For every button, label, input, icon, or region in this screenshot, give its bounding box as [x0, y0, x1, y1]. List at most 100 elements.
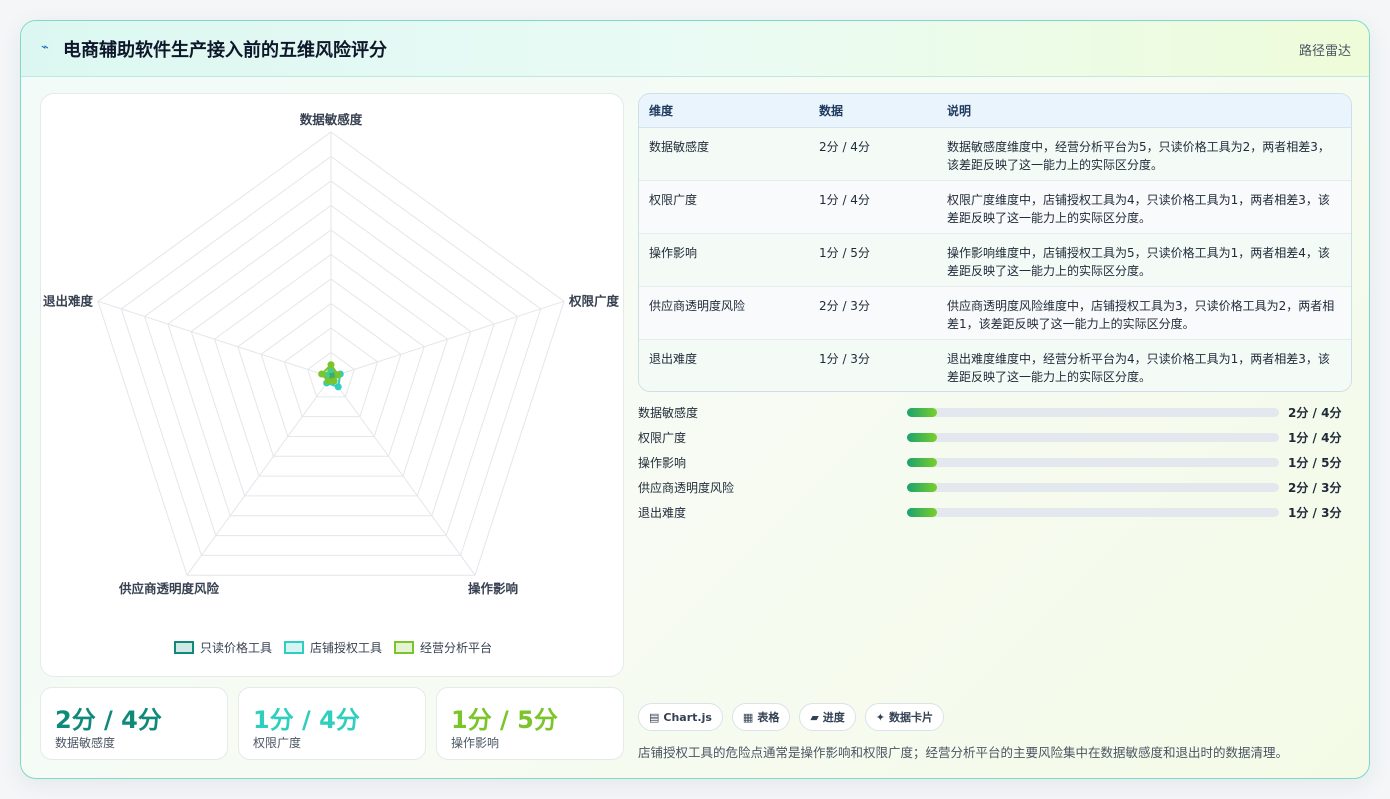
- chip-label: Chart.js: [663, 710, 712, 724]
- table-row: 退出难度 1分 / 3分 退出难度维度中，经营分析平台为4，只读价格工具为1，两…: [639, 339, 1351, 391]
- progress-label: 数据敏感度: [638, 406, 699, 420]
- view-tag: 路径雷达: [1298, 44, 1351, 59]
- progress-fill: [907, 483, 937, 492]
- axis-line: [330, 300, 565, 378]
- stat-card-data-sensitivity: 2分 / 4分 数据敏感度: [40, 687, 228, 760]
- stat-card-permission-scope: 1分 / 4分 权限广度: [238, 687, 426, 760]
- progress-track: [907, 458, 1279, 467]
- cell-description: 权限广度维度中，店铺授权工具为4，只读价格工具为1，两者相差3，该差距反映了这一…: [947, 192, 1330, 225]
- cell-description: 退出难度维度中，经营分析平台为4，只读价格工具为1，两者相差3，该差距反映了这一…: [947, 351, 1330, 384]
- legend-item-series-2[interactable]: 店铺授权工具: [283, 639, 382, 656]
- table-row: 权限广度 1分 / 4分 权限广度维度中，店铺授权工具为4，只读价格工具为1，两…: [639, 180, 1351, 233]
- cell-data: 2分 / 4分: [819, 139, 870, 154]
- page-title: 电商辅助软件生产接入前的五维风险评分: [63, 40, 387, 61]
- chip-chartjs[interactable]: ▤ Chart.js: [638, 703, 723, 731]
- detail-table: 维度 数据 说明 数据敏感度 2分 / 4分 数据敏感度维度中，经营分析平台为5…: [638, 93, 1352, 392]
- legend-label: 只读价格工具: [199, 641, 272, 655]
- progress-track: [907, 483, 1279, 492]
- axis-label: 供应商透明度风险: [118, 581, 220, 596]
- chip-label: 进度: [822, 711, 845, 724]
- cell-data: 1分 / 4分: [819, 192, 870, 207]
- cell-dimension: 供应商透明度风险: [649, 298, 746, 313]
- table-icon: ▦: [742, 710, 754, 724]
- progress-value: 1分 / 5分: [1288, 456, 1342, 470]
- axis-label: 操作影响: [468, 581, 518, 596]
- chip-label: 表格: [757, 711, 780, 724]
- legend-item-series-3[interactable]: 经营分析平台: [394, 639, 492, 656]
- stat-label: 权限广度: [253, 736, 302, 750]
- legend-swatch: [394, 641, 414, 654]
- cell-data: 1分 / 3分: [819, 351, 870, 366]
- header-bar: ⌁ 电商辅助软件生产接入前的五维风险评分 路径雷达: [21, 21, 1369, 77]
- progress-row: 数据敏感度 2分 / 4分: [638, 401, 1352, 426]
- data-point: [327, 361, 335, 369]
- cell-dimension: 退出难度: [649, 351, 698, 366]
- chip-data-card[interactable]: ✦ 数据卡片: [864, 703, 945, 731]
- cell-dimension: 操作影响: [649, 245, 698, 260]
- progress-row: 权限广度 1分 / 4分: [638, 426, 1352, 451]
- progress-row: 操作影响 1分 / 5分: [638, 451, 1352, 476]
- progress-track: [907, 408, 1279, 417]
- legend-label: 经营分析平台: [420, 641, 493, 655]
- axis-line: [97, 300, 332, 378]
- lightning-icon: ⌁: [41, 40, 49, 55]
- stat-value: 2分 / 4分: [55, 706, 162, 734]
- progress-value: 1分 / 3分: [1288, 506, 1342, 520]
- stat-value: 1分 / 5分: [451, 706, 558, 734]
- data-point: [324, 377, 332, 385]
- progress-value: 2分 / 3分: [1288, 481, 1342, 495]
- column-header-data: 数据: [809, 94, 937, 128]
- cell-dimension: 数据敏感度: [649, 139, 710, 154]
- progress-track: [907, 433, 1279, 442]
- table-row: 操作影响 1分 / 5分 操作影响维度中，店铺授权工具为5，只读价格工具为1，两…: [639, 233, 1351, 286]
- data-point: [334, 371, 342, 379]
- axis-label: 数据敏感度: [299, 112, 363, 127]
- progress-label: 供应商透明度风险: [638, 481, 735, 495]
- tool-chip-row: ▤ Chart.js ▦ 表格 ▰ 进度 ✦ 数据卡片: [638, 703, 945, 731]
- progress-list: 数据敏感度 2分 / 4分 权限广度 1分 / 4分 操作影响 1分 / 5分 …: [638, 401, 1352, 526]
- progress-fill: [907, 508, 937, 517]
- legend-label: 店铺授权工具: [309, 641, 382, 655]
- sparkle-icon: ✦: [875, 710, 886, 724]
- progress-fill: [907, 458, 937, 467]
- table-row: 数据敏感度 2分 / 4分 数据敏感度维度中，经营分析平台为5，只读价格工具为2…: [639, 127, 1351, 180]
- column-header-dimension: 维度: [639, 94, 809, 128]
- legend-item-series-1[interactable]: 只读价格工具: [173, 639, 272, 656]
- axis-label: 退出难度: [43, 293, 94, 308]
- summary-note: 店铺授权工具的危险点通常是操作影响和权限广度；经营分析平台的主要风险集中在数据敏…: [638, 745, 1289, 760]
- axis-label: 权限广度: [568, 293, 620, 308]
- progress-label: 退出难度: [638, 506, 687, 520]
- progress-icon: ▰: [810, 710, 819, 724]
- progress-track: [907, 508, 1279, 517]
- table-row: 供应商透明度风险 2分 / 3分 供应商透明度风险维度中，店铺授权工具为3，只读…: [639, 286, 1351, 339]
- radar-chart-panel: 数据敏感度权限广度操作影响 供应商透明度风险 退出难度 只读价格工具 店铺授权工具 …: [40, 93, 624, 677]
- stat-label: 数据敏感度: [55, 736, 116, 750]
- progress-row: 供应商透明度风险 2分 / 3分: [638, 476, 1352, 501]
- legend-swatch: [283, 641, 304, 654]
- cell-description: 数据敏感度维度中，经营分析平台为5，只读价格工具为2，两者相差3，该差距反映了这…: [947, 139, 1330, 172]
- data-point: [334, 383, 342, 391]
- main-card: ⌁ 电商辅助软件生产接入前的五维风险评分 路径雷达 数据敏感度 权限广度 操作影响供…: [20, 20, 1370, 779]
- chip-progress[interactable]: ▰ 进度: [799, 703, 856, 731]
- cell-data: 2分 / 3分: [819, 298, 870, 313]
- progress-row: 退出难度 1分 / 3分: [638, 501, 1352, 526]
- legend-swatch: [173, 641, 194, 654]
- chart-legend: 只读价格工具 店铺授权工具 经营分析平台: [41, 639, 625, 656]
- progress-label: 操作影响: [638, 456, 687, 470]
- cell-data: 1分 / 5分: [819, 245, 870, 260]
- progress-fill: [907, 408, 937, 417]
- progress-value: 2分 / 4分: [1288, 406, 1342, 420]
- table-header-row: 维度 数据 说明: [639, 94, 1351, 128]
- chip-table[interactable]: ▦ 表格: [731, 703, 791, 731]
- column-header-description: 说明: [937, 94, 1351, 128]
- progress-value: 1分 / 4分: [1288, 431, 1342, 445]
- stat-value: 1分 / 4分: [253, 706, 360, 734]
- data-point: [318, 370, 326, 378]
- chip-label: 数据卡片: [889, 711, 934, 724]
- stat-label: 操作影响: [451, 736, 500, 750]
- progress-fill: [907, 433, 937, 442]
- cell-description: 操作影响维度中，店铺授权工具为5，只读价格工具为1，两者相差4，该差距反映了这一…: [947, 245, 1330, 278]
- cell-description: 供应商透明度风险维度中，店铺授权工具为3，只读价格工具为2，两者相差1，该差距反…: [947, 298, 1335, 331]
- radar-chart: 数据敏感度权限广度操作影响 供应商透明度风险 退出难度: [43, 112, 620, 596]
- chart-icon: ▤: [649, 710, 660, 724]
